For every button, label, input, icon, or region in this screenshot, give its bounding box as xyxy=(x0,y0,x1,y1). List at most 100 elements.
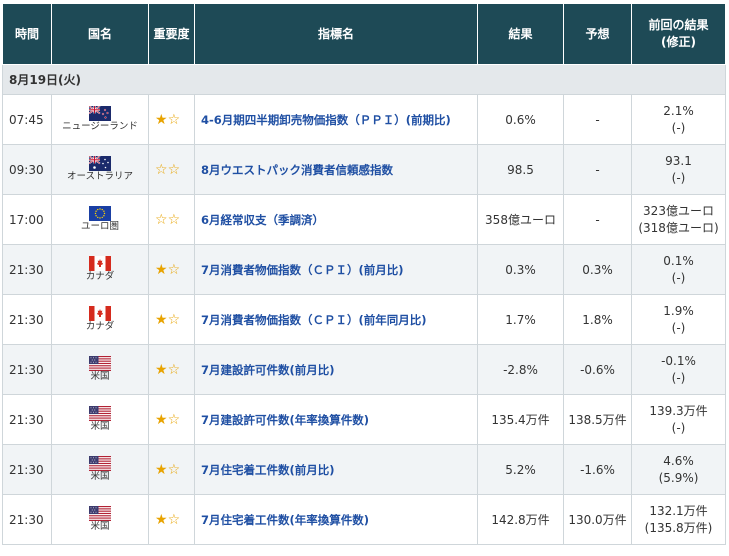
row-previous: 1.9% (-) xyxy=(631,294,726,345)
ca-flag-icon xyxy=(89,256,111,271)
row-previous: 4.6% (5.9%) xyxy=(631,444,726,495)
previous-value: -0.1% xyxy=(661,353,696,368)
au-flag-icon xyxy=(89,156,111,171)
row-result: 0.6% xyxy=(477,94,564,145)
row-forecast: -1.6% xyxy=(563,444,632,495)
row-previous: 93.1 (-) xyxy=(631,144,726,195)
header-revised-label: (修正) xyxy=(661,35,696,49)
row-time: 09:30 xyxy=(2,144,52,195)
row-country: 米国 xyxy=(51,394,149,445)
row-forecast: - xyxy=(563,144,632,195)
revised-value: (318億ユーロ) xyxy=(638,220,719,235)
row-importance: ★☆ xyxy=(148,344,195,395)
row-time: 21:30 xyxy=(2,244,52,295)
previous-value: 1.9% xyxy=(663,303,694,318)
country-name: カナダ xyxy=(85,271,115,282)
country-name: ニュージーランド xyxy=(62,121,138,132)
row-forecast: - xyxy=(563,194,632,245)
row-previous: 0.1% (-) xyxy=(631,244,726,295)
row-previous: 2.1% (-) xyxy=(631,94,726,145)
star-empty-icon: ☆ xyxy=(167,211,181,228)
row-result: 1.7% xyxy=(477,294,564,345)
indicator-link[interactable]: 8月ウエストパック消費者信頼感指数 xyxy=(194,144,478,195)
row-forecast: 138.5万件 xyxy=(563,394,632,445)
country-name: 米国 xyxy=(90,371,110,382)
row-importance: ★☆ xyxy=(148,494,195,545)
row-forecast: 130.0万件 xyxy=(563,494,632,545)
row-time: 21:30 xyxy=(2,394,52,445)
row-importance: ★☆ xyxy=(148,244,195,295)
star-filled-icon: ★ xyxy=(155,311,168,328)
table-row: 21:30 米国 ★☆ 7月建設許可件数(年率換算件数) 135.4万件 138.5万件 1… xyxy=(2,394,726,445)
revised-value: (-) xyxy=(671,120,686,135)
row-forecast: - xyxy=(563,94,632,145)
indicator-link[interactable]: 7月住宅着工件数(前月比) xyxy=(194,444,478,495)
country-name: カナダ xyxy=(85,321,115,332)
table-header-row: 時間 国名 重要度 指標名 結果 予想 前回の結果 (修正) xyxy=(2,3,726,65)
row-country: 米国 xyxy=(51,344,149,395)
previous-value: 4.6% xyxy=(663,453,694,468)
row-country: カナダ xyxy=(51,244,149,295)
star-empty-icon: ☆ xyxy=(167,511,181,528)
economic-indicators-table: 時間 国名 重要度 指標名 結果 予想 前回の結果 (修正) 8月19日(火) … xyxy=(2,3,726,545)
row-country: ユーロ圏 xyxy=(51,194,149,245)
indicator-link[interactable]: 7月建設許可件数(年率換算件数) xyxy=(194,394,478,445)
row-importance: ★☆ xyxy=(148,94,195,145)
eu-flag-icon xyxy=(89,206,111,221)
previous-value: 139.3万件 xyxy=(649,403,708,418)
table-row: 21:30 カナダ ★☆ 7月消費者物価指数（ＣＰＩ）(前年同月比) 1.7% 1.8% 1… xyxy=(2,294,726,345)
indicator-link[interactable]: 7月消費者物価指数（ＣＰＩ）(前年同月比) xyxy=(194,294,478,345)
us-flag-icon xyxy=(89,506,111,521)
country-name: 米国 xyxy=(90,521,110,532)
header-result: 結果 xyxy=(477,3,564,65)
country-name: オーストラリア xyxy=(66,171,134,182)
star-filled-icon: ★ xyxy=(155,261,168,278)
row-time: 17:00 xyxy=(2,194,52,245)
table-row: 21:30 米国 ★☆ 7月建設許可件数(前月比) -2.8% -0.6% -0.1% (-) xyxy=(2,344,726,395)
row-time: 21:30 xyxy=(2,444,52,495)
row-forecast: 1.8% xyxy=(563,294,632,345)
row-previous: 132.1万件 (135.8万件) xyxy=(631,494,726,545)
row-time: 07:45 xyxy=(2,94,52,145)
row-time: 21:30 xyxy=(2,344,52,395)
row-previous: 139.3万件 (-) xyxy=(631,394,726,445)
star-empty-icon: ☆ xyxy=(167,111,181,128)
indicator-link[interactable]: 7月住宅着工件数(年率換算件数) xyxy=(194,494,478,545)
header-forecast: 予想 xyxy=(563,3,632,65)
revised-value: (-) xyxy=(671,320,686,335)
header-time: 時間 xyxy=(2,3,52,65)
revised-value: (135.8万件) xyxy=(644,520,713,535)
indicator-link[interactable]: 7月消費者物価指数（ＣＰＩ）(前月比) xyxy=(194,244,478,295)
previous-value: 93.1 xyxy=(665,153,692,168)
revised-value: (-) xyxy=(671,270,686,285)
table-row: 21:30 米国 ★☆ 7月住宅着工件数(年率換算件数) 142.8万件 130.0万件 1… xyxy=(2,494,726,545)
row-result: 135.4万件 xyxy=(477,394,564,445)
indicator-link[interactable]: 4-6月期四半期卸売物価指数（ＰＰＩ）(前期比) xyxy=(194,94,478,145)
star-empty-icon: ☆ xyxy=(155,161,168,178)
star-empty-icon: ☆ xyxy=(167,311,181,328)
indicator-link[interactable]: 7月建設許可件数(前月比) xyxy=(194,344,478,395)
star-empty-icon: ☆ xyxy=(155,211,168,228)
row-country: オーストラリア xyxy=(51,144,149,195)
star-filled-icon: ★ xyxy=(155,111,168,128)
economic-calendar: 時間 国名 重要度 指標名 結果 予想 前回の結果 (修正) 8月19日(火) … xyxy=(2,3,726,545)
row-result: 0.3% xyxy=(477,244,564,295)
indicator-link[interactable]: 6月経常収支（季調済） xyxy=(194,194,478,245)
date-label: 8月19日(火) xyxy=(2,64,726,95)
row-importance: ☆☆ xyxy=(148,194,195,245)
revised-value: (-) xyxy=(671,420,686,435)
us-flag-icon xyxy=(89,456,111,471)
star-filled-icon: ★ xyxy=(155,411,168,428)
country-name: 米国 xyxy=(90,421,110,432)
table-row: 21:30 カナダ ★☆ 7月消費者物価指数（ＣＰＩ）(前月比) 0.3% 0.3% 0.1… xyxy=(2,244,726,295)
previous-value: 323億ユーロ xyxy=(643,203,714,218)
row-result: 142.8万件 xyxy=(477,494,564,545)
star-empty-icon: ☆ xyxy=(167,461,181,478)
row-previous: 323億ユーロ (318億ユーロ) xyxy=(631,194,726,245)
us-flag-icon xyxy=(89,406,111,421)
country-name: 米国 xyxy=(90,471,110,482)
header-indicator: 指標名 xyxy=(194,3,478,65)
row-importance: ★☆ xyxy=(148,394,195,445)
row-country: 米国 xyxy=(51,444,149,495)
star-empty-icon: ☆ xyxy=(167,411,181,428)
